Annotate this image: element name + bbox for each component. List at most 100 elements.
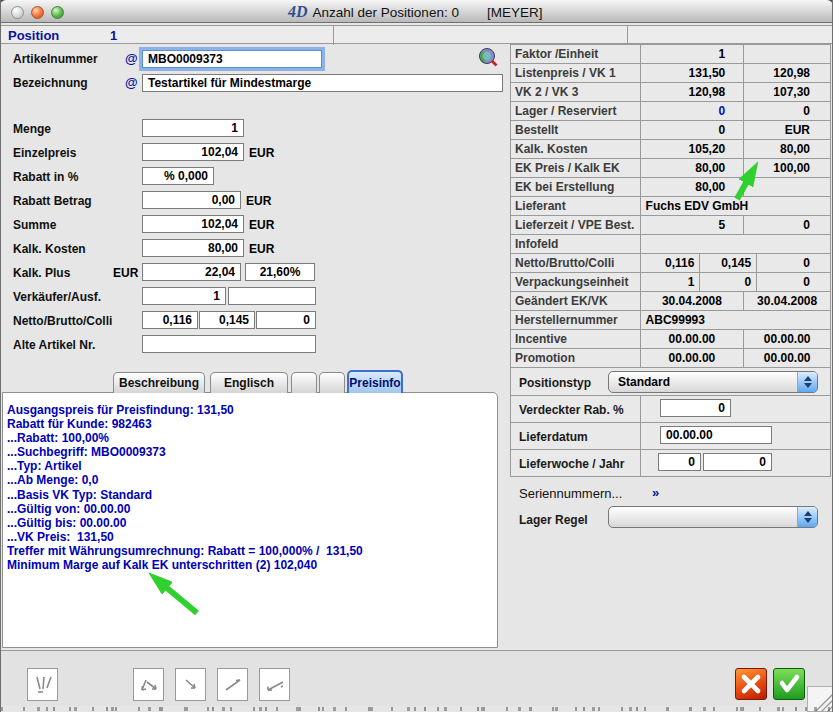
tab-empty-1[interactable]: [291, 372, 317, 393]
info-row-label: Promotion: [511, 349, 640, 367]
position-bar: Position 1: [0, 25, 833, 44]
zoom-window-button[interactable]: [51, 6, 64, 19]
info-cell: 1: [640, 45, 744, 63]
positionstyp-value: Standard: [618, 375, 670, 389]
seriennummern-chevron[interactable]: »: [652, 485, 659, 500]
einzelpreis-unit: EUR: [249, 146, 274, 160]
info-cell: Fuchs EDV GmbH: [640, 197, 830, 215]
tool-button-arrow-downleft[interactable]: [259, 668, 290, 701]
info-row-label: VK 2 / VK 3: [511, 83, 640, 101]
preisinfo-line: ...Typ: Artikel: [7, 459, 497, 473]
close-window-button[interactable]: [11, 6, 24, 19]
tool-button-strokes[interactable]: [27, 668, 58, 701]
arrow-downleft-icon: [263, 673, 287, 697]
minimize-window-button[interactable]: [31, 6, 44, 19]
info-cell: 00.00.00: [640, 330, 744, 348]
kalk-plus-percent-field[interactable]: 21,60%: [245, 263, 315, 281]
window-title: Anzahl der Positionen: 0: [313, 5, 459, 20]
info-cell: 107,30: [743, 83, 830, 101]
bezeichnung-field[interactable]: Testartikel für Mindestmarge: [142, 74, 503, 92]
info-cell: 00.00.00: [743, 349, 830, 367]
info-cell: [743, 178, 830, 196]
tab-preisinfo[interactable]: Preisinfo: [347, 370, 403, 393]
rabatt-prozent-field[interactable]: % 0,000: [142, 167, 214, 185]
einzelpreis-field[interactable]: 102,04: [142, 143, 244, 161]
netto-field[interactable]: 0,116: [142, 311, 198, 329]
positionstyp-popup[interactable]: Standard: [608, 371, 818, 393]
info-row: Geändert EK/VK30.04.200830.04.2008: [510, 292, 831, 311]
summe-field[interactable]: 102,04: [142, 215, 244, 233]
info-cell: 80,00: [640, 178, 744, 196]
info-cell: 0: [756, 254, 830, 272]
info-row-label: Kalk. Kosten: [511, 140, 640, 158]
tab-englisch[interactable]: Englisch: [210, 372, 288, 393]
bezeichnung-label: Bezeichnung: [13, 76, 88, 90]
position-label: Position: [8, 28, 59, 43]
artikelnummer-field[interactable]: MBO0009373: [142, 50, 322, 68]
info-cell: EUR: [743, 121, 830, 139]
bottom-screen-fragments: [0, 707, 833, 711]
alte-artikel-nr-field[interactable]: [142, 335, 316, 353]
article-info-table: Faktor /Einheit1Listenpreis / VK 1131,50…: [510, 44, 831, 368]
preisinfo-line: ...Ab Menge: 0,0: [7, 473, 497, 487]
info-row: Netto/Brutto/Colli0,1160,1450: [510, 254, 831, 273]
brutto-field[interactable]: 0,145: [199, 311, 255, 329]
lieferjahr-field[interactable]: 0: [703, 453, 772, 471]
bezeichnung-wildcard: @: [125, 75, 138, 90]
preisinfo-line: ...Basis VK Typ: Standard: [7, 488, 497, 502]
info-cell: 120,98: [640, 83, 744, 101]
article-search-icon[interactable]: [478, 47, 498, 67]
info-cell: 0,116: [640, 254, 700, 272]
menge-field[interactable]: 1: [142, 119, 244, 137]
tool-button-arrow-downright[interactable]: [175, 668, 206, 701]
preisinfo-line: Minimum Marge auf Kalk EK unterschritten…: [7, 558, 497, 572]
arrow-downright-icon: [179, 673, 203, 697]
preisinfo-line: Ausgangspreis für Preisfindung: 131,50: [7, 403, 497, 417]
rabatt-betrag-unit: EUR: [246, 194, 271, 208]
info-cell: 1: [640, 273, 700, 291]
lieferdatum-field[interactable]: 00.00.00: [660, 426, 772, 444]
ok-button[interactable]: [773, 668, 805, 700]
info-row: Lager / Reserviert00: [510, 102, 831, 121]
preisinfo-line: Rabatt für Kunde: 982463: [7, 417, 497, 431]
verdeckter-rabatt-field[interactable]: 0: [660, 399, 731, 417]
info-cell: ABC99993: [640, 311, 830, 329]
info-row-label: Lieferant: [511, 197, 640, 215]
rabatt-betrag-field[interactable]: 0,00: [142, 191, 241, 209]
lager-regel-popup[interactable]: [608, 506, 818, 528]
summe-unit: EUR: [249, 218, 274, 232]
tool-button-line-upright[interactable]: [217, 668, 248, 701]
info-row-label: EK bei Erstellung: [511, 178, 640, 196]
colli-field[interactable]: 0: [256, 311, 316, 329]
tab-empty-2[interactable]: [319, 372, 345, 393]
cancel-button[interactable]: [735, 668, 767, 700]
preisinfo-line: ...Rabatt: 100,00%: [7, 431, 497, 445]
info-row-label: Netto/Brutto/Colli: [511, 254, 640, 272]
positionstyp-popup-arrows-icon: [797, 372, 817, 392]
verkaeufer-label: Verkäufer/Ausf.: [13, 290, 101, 304]
4d-logo-icon: 4D: [288, 3, 308, 21]
tab-beschreibung[interactable]: Beschreibung: [113, 372, 205, 393]
line-upright-icon: [221, 673, 245, 697]
seriennummern-link[interactable]: Seriennummern...: [519, 486, 622, 501]
info-row: Listenpreis / VK 1131,50120,98: [510, 64, 831, 83]
kalk-kosten-field[interactable]: 80,00: [142, 239, 244, 257]
arrows-down-icon: [137, 673, 161, 697]
kalk-plus-field[interactable]: 22,04: [142, 263, 241, 281]
info-row: Incentive00.00.0000.00.00: [510, 330, 831, 349]
kalk-plus-unit: EUR: [113, 266, 138, 280]
verdeckter-rabatt-label: Verdeckter Rab. %: [519, 403, 624, 417]
preisinfo-line: ...Suchbegriff: MBO0009373: [7, 445, 497, 459]
lager-regel-popup-arrows-icon: [797, 507, 817, 527]
title-bar: 4D Anzahl der Positionen: 0 [MEYER]: [0, 0, 833, 23]
info-cell: 5: [640, 216, 744, 234]
info-row-label: Geändert EK/VK: [511, 292, 640, 310]
info-row-label: Lager / Reserviert: [511, 102, 640, 120]
info-row-label: EK Preis / Kalk EK: [511, 159, 640, 177]
tool-button-arrow-down-both[interactable]: [133, 668, 164, 701]
ausfuehrung-field[interactable]: [228, 287, 316, 305]
info-row: Infofeld: [510, 235, 831, 254]
info-cell: 105,20: [640, 140, 744, 158]
verkaeufer-field[interactable]: 1: [142, 287, 226, 305]
lieferwoche-field[interactable]: 0: [658, 453, 701, 471]
